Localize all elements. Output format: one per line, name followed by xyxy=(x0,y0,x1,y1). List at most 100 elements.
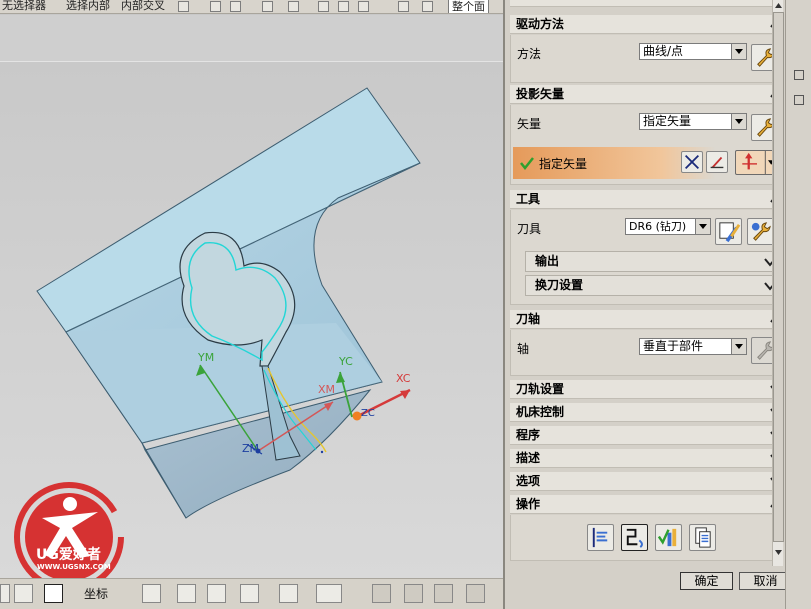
vector-tool-icon[interactable] xyxy=(207,584,226,603)
snap-color-icon[interactable] xyxy=(262,1,273,12)
wcs-orient-icon[interactable] xyxy=(44,584,63,603)
vector-combo[interactable]: 指定矢量 xyxy=(639,113,747,130)
scroll-up-icon[interactable] xyxy=(774,1,783,10)
replay-button[interactable] xyxy=(621,524,648,551)
resource-tab-icon[interactable] xyxy=(794,95,804,105)
new-tool-button[interactable] xyxy=(747,218,774,245)
section-machine-control[interactable]: 机床控制 xyxy=(510,403,776,422)
check-icon xyxy=(520,157,534,170)
dialog-scroll-area: 驱动方法 方法 曲线/点 投影矢量 矢量 指定矢量 指定矢量 工具 刀具 DR6… xyxy=(505,0,776,566)
reverse-direction-icon xyxy=(684,154,700,170)
select-face-icon[interactable] xyxy=(230,1,241,12)
resource-bar xyxy=(785,0,811,609)
selection-filter-cross[interactable]: 内部交叉 xyxy=(121,0,165,13)
section-title: 工具 xyxy=(516,192,541,206)
selection-filter-inside[interactable]: 选择内部 xyxy=(66,0,110,13)
snap-edge-icon[interactable] xyxy=(318,1,329,12)
zc-label: ZC xyxy=(361,408,375,419)
plane-tool-icon[interactable] xyxy=(177,584,196,603)
select-box-icon[interactable] xyxy=(210,1,221,12)
section-title: 描述 xyxy=(516,451,541,465)
method-combo[interactable]: 曲线/点 xyxy=(639,43,747,60)
section-program[interactable]: 程序 xyxy=(510,426,776,445)
reverse-vector-button[interactable] xyxy=(681,151,703,173)
section-title: 投影矢量 xyxy=(516,87,565,101)
snap-grid-icon[interactable] xyxy=(279,584,298,603)
chevron-down-icon xyxy=(731,114,746,129)
ym-label: YM xyxy=(197,351,214,364)
section-title: 机床控制 xyxy=(516,405,565,419)
vector-type-dropdown[interactable] xyxy=(735,150,776,175)
vector-label: 矢量 xyxy=(517,117,542,131)
graphics-viewport[interactable]: YM YC XM XC ZM ZC UG爱好者 WWW.UGSNX.COM xyxy=(0,15,503,578)
generate-path-icon xyxy=(592,527,608,548)
logo-url: WWW.UGSNX.COM xyxy=(37,563,111,571)
replay-icon xyxy=(626,528,643,548)
ok-button[interactable]: 确定 xyxy=(680,572,733,590)
top-toolbar: 无选择器 选择内部 内部交叉 整个面 xyxy=(0,0,503,14)
xm-label: XM xyxy=(318,383,335,396)
section-options[interactable]: 选项 xyxy=(510,472,776,491)
section-title: 选项 xyxy=(516,474,541,488)
view-1-icon[interactable] xyxy=(372,584,391,603)
axis-combo[interactable]: 垂直于部件 xyxy=(639,338,747,355)
section-projection-body: 矢量 指定矢量 指定矢量 xyxy=(510,105,776,185)
section-title: 程序 xyxy=(516,428,541,442)
chevron-down-icon xyxy=(695,219,710,234)
render-cube-icon[interactable] xyxy=(422,1,433,12)
rotate-icon[interactable] xyxy=(0,584,10,603)
new-tool-icon xyxy=(751,222,771,241)
list-button[interactable] xyxy=(689,524,716,551)
specify-vector-row[interactable]: 指定矢量 xyxy=(513,147,776,179)
selection-filter-none[interactable]: 无选择器 xyxy=(2,0,46,13)
chevron-down-icon xyxy=(731,44,746,59)
snap-hex-icon[interactable] xyxy=(338,1,349,12)
section-title: 操作 xyxy=(516,497,541,511)
tool-combo[interactable]: DR6 (钻刀) xyxy=(625,218,711,235)
scroll-down-icon[interactable] xyxy=(774,548,783,557)
wcs-dynamic-icon[interactable] xyxy=(14,584,33,603)
vector-icon xyxy=(710,156,724,169)
section-tool[interactable]: 工具 xyxy=(510,190,776,209)
section-drive-method[interactable]: 驱动方法 xyxy=(510,15,776,34)
tool-output-row[interactable]: 输出 xyxy=(525,251,776,272)
section-title: 驱动方法 xyxy=(516,17,565,31)
chevron-down-icon xyxy=(731,339,746,354)
vector-type-icon xyxy=(742,151,775,174)
yc-label: YC xyxy=(338,355,353,368)
snap-point-icon[interactable] xyxy=(288,1,299,12)
measure-icon[interactable] xyxy=(316,584,342,603)
method-label: 方法 xyxy=(517,47,542,61)
view-3-icon[interactable] xyxy=(434,584,453,603)
resource-tab-icon[interactable] xyxy=(794,70,804,80)
view-4-icon[interactable] xyxy=(466,584,485,603)
generate-button[interactable] xyxy=(587,524,614,551)
scrollbar-thumb[interactable] xyxy=(773,12,784,542)
section-path-settings[interactable]: 刀轨设置 xyxy=(510,380,776,399)
section-description[interactable]: 描述 xyxy=(510,449,776,468)
filter-icon[interactable] xyxy=(178,1,189,12)
vector-dialog-button[interactable] xyxy=(706,151,728,173)
bottom-toolbar: 坐标 xyxy=(0,578,503,609)
tool-change-settings-row[interactable]: 换刀设置 xyxy=(525,275,776,296)
section-tool-axis[interactable]: 刀轴 xyxy=(510,310,776,329)
face-rule-combo[interactable]: 整个面 xyxy=(448,0,489,13)
csys-tool-icon[interactable] xyxy=(240,584,259,603)
verify-icon xyxy=(657,528,677,547)
edit-tool-button[interactable] xyxy=(715,218,742,245)
part-model: YM YC XM XC ZM ZC xyxy=(0,62,503,578)
section-operation[interactable]: 操作 xyxy=(510,495,776,514)
section-projection-vector[interactable]: 投影矢量 xyxy=(510,85,776,104)
section-tool-body: 刀具 DR6 (钻刀) 输出 换刀设置 xyxy=(510,210,776,305)
snap-box-icon[interactable] xyxy=(358,1,369,12)
zm-label: ZM xyxy=(242,442,259,455)
verify-button[interactable] xyxy=(655,524,682,551)
wcs-label: 坐标 xyxy=(84,587,109,601)
dialog-scrollbar[interactable] xyxy=(772,0,784,566)
operation-dialog: 驱动方法 方法 曲线/点 投影矢量 矢量 指定矢量 指定矢量 工具 刀具 DR6… xyxy=(503,0,792,609)
point-tool-icon[interactable] xyxy=(142,584,161,603)
render-shaded-icon[interactable] xyxy=(398,1,409,12)
axis-label: 轴 xyxy=(517,342,530,356)
view-2-icon[interactable] xyxy=(404,584,423,603)
section-drive-body: 方法 曲线/点 xyxy=(510,35,776,83)
